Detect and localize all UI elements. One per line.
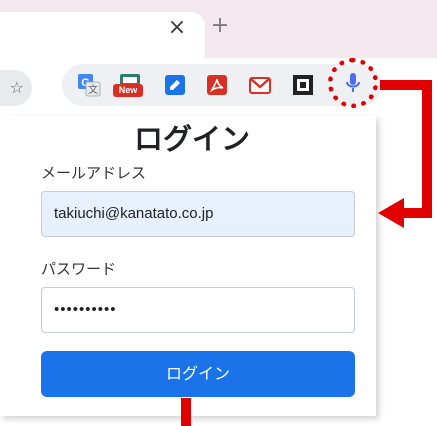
svg-text:文: 文 [88,83,98,96]
email-field[interactable]: takiuchi@kanatato.co.jp [41,191,355,237]
login-button[interactable]: ログイン [41,351,355,397]
tab-close-icon[interactable]: × [166,17,188,39]
password-label: パスワード [41,260,117,278]
annotation-arrow-segment-right [422,80,432,218]
qr-icon[interactable] [290,72,316,98]
pdf-icon[interactable] [204,72,230,98]
password-field[interactable]: •••••••••• [41,287,355,333]
page-title: ログイン [133,122,250,156]
new-tab-icon[interactable]: + [208,14,232,38]
annotation-arrow-head [378,198,404,228]
highlight-circle [328,58,378,108]
email-label: メールアドレス [41,164,147,182]
annotation-arrow-bottom [181,398,191,426]
new-badge: New [113,84,143,97]
edit-icon[interactable] [162,72,188,98]
new-extension-icon[interactable]: New [113,72,143,98]
gmail-icon[interactable] [247,72,273,98]
translate-icon[interactable]: G 文 [76,72,102,98]
